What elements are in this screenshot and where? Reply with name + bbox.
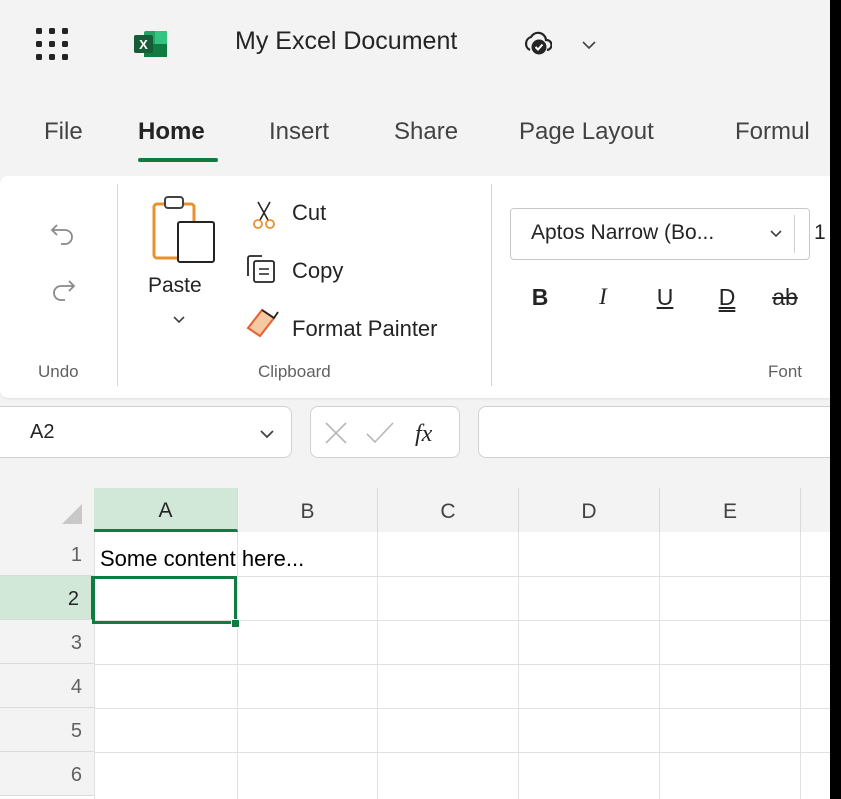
grid-line: [94, 752, 830, 753]
font-group-label: Font: [768, 362, 803, 381]
font-name-value: Aptos Narrow (Bo...: [531, 221, 715, 244]
grid-line: [659, 532, 660, 799]
svg-text:fx: fx: [415, 421, 433, 447]
strikethrough-button[interactable]: ab: [770, 284, 800, 311]
name-box-value: A2: [30, 421, 55, 443]
app-launcher-icon[interactable]: [34, 26, 70, 62]
grid-line: [94, 664, 830, 665]
active-tab-indicator: [138, 158, 218, 162]
grid-line: [237, 532, 238, 799]
paste-button-label[interactable]: Paste: [148, 274, 202, 298]
font-name-dropdown[interactable]: Aptos Narrow (Bo... 1: [510, 208, 826, 260]
bold-button[interactable]: B: [525, 284, 555, 311]
undo-group-label: Undo: [38, 362, 79, 381]
double-underline-button[interactable]: D: [712, 284, 742, 311]
excel-window: X My Excel Document File Home Insert Sha…: [0, 0, 830, 799]
italic-button[interactable]: I: [588, 284, 618, 310]
formula-actions: fx: [310, 406, 460, 458]
cut-icon[interactable]: [250, 200, 278, 230]
active-cell-a2[interactable]: [92, 576, 237, 624]
select-all-corner[interactable]: [0, 488, 94, 532]
row-header-6[interactable]: 6: [0, 752, 94, 796]
column-header-d[interactable]: D: [519, 488, 660, 532]
font-size-value[interactable]: 1: [814, 221, 826, 245]
format-painter-icon[interactable]: [244, 308, 280, 340]
svg-text:X: X: [139, 37, 148, 52]
row-header-4[interactable]: 4: [0, 664, 94, 708]
tab-home[interactable]: Home: [138, 118, 205, 146]
formula-input[interactable]: [478, 406, 830, 458]
copy-icon[interactable]: [244, 252, 278, 284]
cell-a1[interactable]: Some content here...: [100, 546, 304, 572]
undo-icon[interactable]: [48, 218, 78, 248]
grid-line: [94, 532, 95, 799]
spreadsheet-grid: A B C D E 1 2 3 4 5 6 Some content here.…: [0, 488, 830, 799]
tab-share[interactable]: Share: [394, 118, 458, 146]
ribbon: Undo Paste Cut Copy Format Painter Clipb…: [0, 176, 830, 398]
formula-bar: A2 fx: [0, 406, 830, 460]
grid-line: [94, 708, 830, 709]
menu-tabs: File Home Insert Share Page Layout Formu…: [0, 108, 830, 168]
title-bar: X My Excel Document: [0, 0, 830, 92]
copy-button[interactable]: Copy: [292, 258, 343, 284]
cut-button[interactable]: Cut: [292, 200, 326, 226]
row-header-5[interactable]: 5: [0, 708, 94, 752]
tab-file[interactable]: File: [44, 118, 83, 146]
tab-insert[interactable]: Insert: [269, 118, 329, 146]
name-box[interactable]: A2: [0, 406, 292, 458]
paste-chevron-icon[interactable]: [171, 314, 187, 326]
column-header-a[interactable]: A: [94, 488, 238, 532]
grid-line: [800, 532, 801, 799]
grid-line: [377, 532, 378, 799]
format-painter-button[interactable]: Format Painter: [292, 316, 438, 342]
chevron-down-icon[interactable]: [258, 429, 276, 441]
tab-page-layout[interactable]: Page Layout: [519, 118, 654, 146]
row-header-3[interactable]: 3: [0, 620, 94, 664]
column-header-b[interactable]: B: [238, 488, 378, 532]
row-header-2[interactable]: 2: [0, 576, 94, 620]
tab-formulas[interactable]: Formul: [735, 118, 810, 146]
document-title[interactable]: My Excel Document: [235, 27, 457, 56]
clipboard-group-label: Clipboard: [258, 362, 331, 381]
grid-line: [518, 532, 519, 799]
select-all-triangle-icon: [62, 504, 82, 524]
font-box-divider: [794, 215, 795, 253]
fill-handle[interactable]: [231, 619, 240, 628]
redo-icon[interactable]: [48, 274, 78, 304]
chevron-down-icon: [770, 230, 782, 238]
row-header-1[interactable]: 1: [0, 532, 94, 576]
column-header-c[interactable]: C: [378, 488, 519, 532]
excel-logo-icon: X: [134, 31, 167, 57]
enter-check-icon[interactable]: [365, 420, 395, 446]
insert-function-icon[interactable]: fx: [413, 417, 447, 449]
underline-button[interactable]: U: [650, 284, 680, 311]
cancel-icon[interactable]: [323, 420, 349, 446]
ribbon-separator: [491, 184, 492, 386]
chevron-down-icon[interactable]: [580, 38, 598, 52]
column-header-e[interactable]: E: [660, 488, 801, 532]
ribbon-separator: [117, 184, 118, 386]
saved-status-icon[interactable]: [522, 30, 552, 58]
paste-icon[interactable]: [150, 194, 218, 266]
